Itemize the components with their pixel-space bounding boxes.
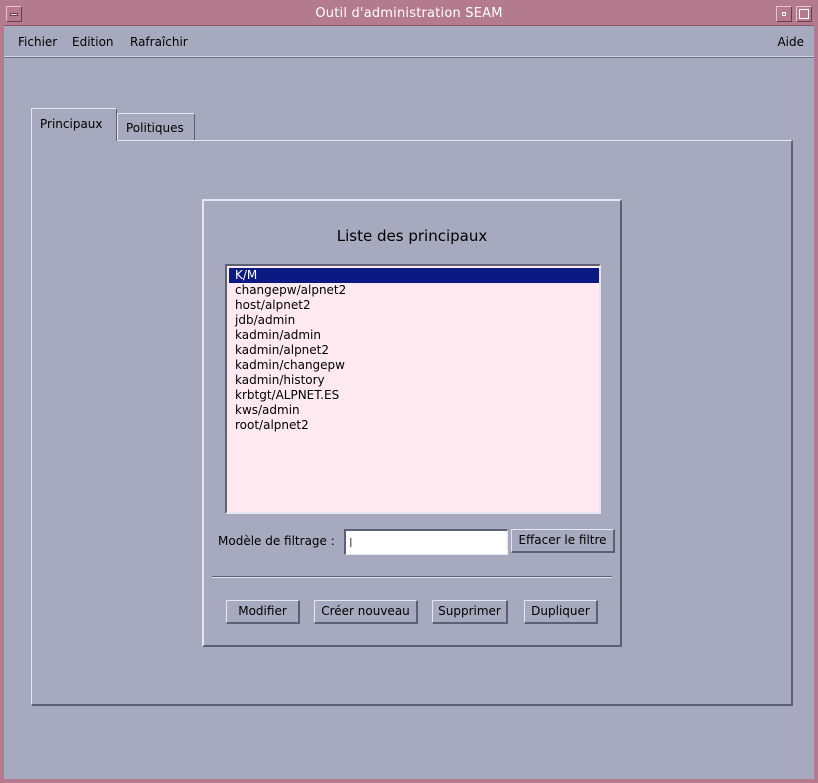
window-title: Outil d'administration SEAM xyxy=(315,6,503,21)
title-bar[interactable]: Outil d'administration SEAM xyxy=(4,4,814,26)
tab-politiques-label: Politiques xyxy=(126,121,184,135)
clear-filter-button[interactable]: Effacer le filtre xyxy=(511,529,615,553)
list-item[interactable]: kadmin/history xyxy=(229,373,599,388)
menu-aide[interactable]: Aide xyxy=(777,35,804,49)
list-item[interactable]: jdb/admin xyxy=(229,313,599,328)
list-item[interactable]: changepw/alpnet2 xyxy=(229,283,599,298)
application-window: Outil d'administration SEAM Fichier Edit… xyxy=(0,0,818,783)
list-item[interactable]: kadmin/changepw xyxy=(229,358,599,373)
tab-principaux-label: Principaux xyxy=(40,117,103,131)
menu-bar: Fichier Edition Rafraîchir Aide xyxy=(4,27,814,57)
duplicate-button[interactable]: Dupliquer xyxy=(524,600,598,624)
separator xyxy=(212,576,612,578)
list-item[interactable]: host/alpnet2 xyxy=(229,298,599,313)
modify-button[interactable]: Modifier xyxy=(226,600,300,624)
create-button[interactable]: Créer nouveau xyxy=(314,600,418,624)
panel-title: Liste des principaux xyxy=(336,227,488,245)
minimize-icon xyxy=(782,12,786,16)
filter-label: Modèle de filtrage : xyxy=(218,534,335,548)
list-item[interactable]: root/alpnet2 xyxy=(229,418,599,433)
menu-rafraichir[interactable]: Rafraîchir xyxy=(130,35,188,49)
tab-principaux[interactable]: Principaux xyxy=(31,108,117,141)
maximize-icon xyxy=(799,9,809,19)
list-item[interactable]: K/M xyxy=(229,268,599,283)
principals-panel: Liste des principaux K/M changepw/alpnet… xyxy=(202,199,622,647)
delete-button[interactable]: Supprimer xyxy=(432,600,508,624)
filter-input[interactable]: I xyxy=(344,529,508,555)
list-item[interactable]: krbtgt/ALPNET.ES xyxy=(229,388,599,403)
menu-fichier[interactable]: Fichier xyxy=(18,35,57,49)
menu-edition[interactable]: Edition xyxy=(72,35,114,49)
list-item[interactable]: kadmin/alpnet2 xyxy=(229,343,599,358)
list-item[interactable]: kadmin/admin xyxy=(229,328,599,343)
text-cursor-icon: I xyxy=(349,536,353,550)
maximize-button[interactable] xyxy=(796,6,812,22)
tab-politiques[interactable]: Politiques xyxy=(117,113,195,140)
principals-list[interactable]: K/M changepw/alpnet2 host/alpnet2 jdb/ad… xyxy=(225,264,601,514)
list-item[interactable]: kws/admin xyxy=(229,403,599,418)
minimize-button[interactable] xyxy=(776,6,792,22)
